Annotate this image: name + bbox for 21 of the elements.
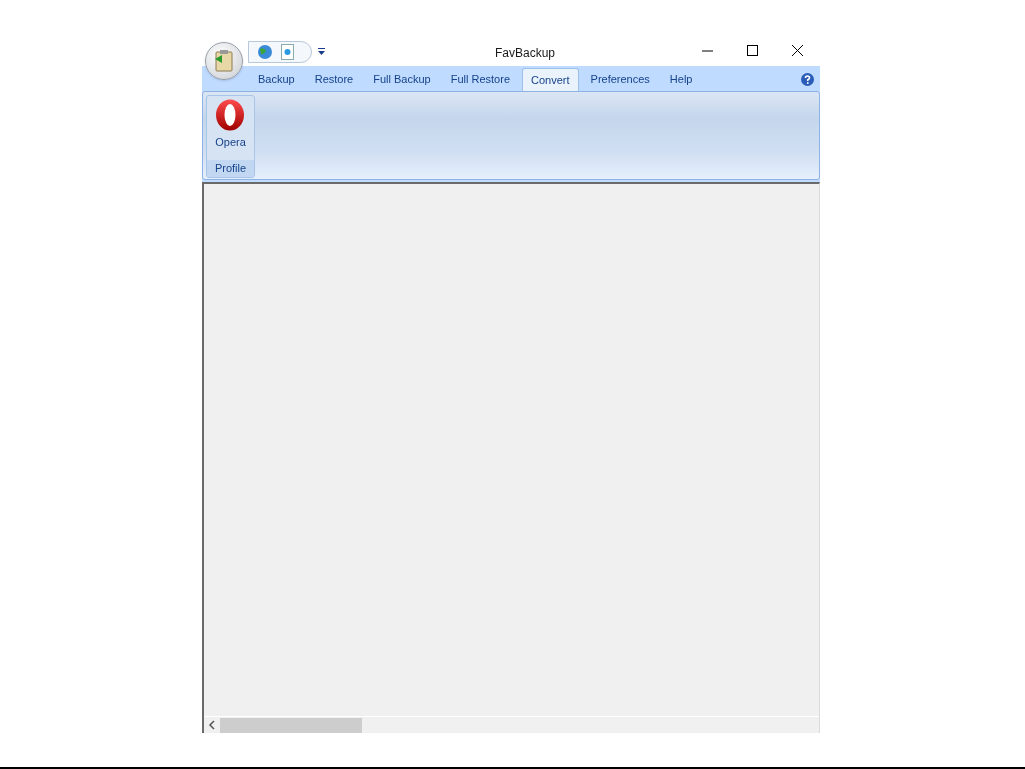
window-title: FavBackup [495,44,555,62]
app-menu-button[interactable] [205,42,243,80]
ribbon-tab[interactable]: Preferences [582,68,658,91]
dropdown-icon[interactable] [318,48,325,55]
globe-icon[interactable] [257,43,273,60]
ribbon-tab[interactable]: Help [661,68,701,91]
ribbon-tab[interactable]: Full Backup [365,68,439,91]
ribbon-tab[interactable]: Full Restore [442,68,518,91]
ribbon-tab[interactable]: Backup [250,68,303,91]
help-icon[interactable] [801,73,814,86]
document-icon[interactable] [281,43,294,60]
opera-button[interactable]: Opera [215,96,246,151]
maximize-icon[interactable] [747,45,758,56]
scroll-thumb[interactable] [220,717,362,733]
close-icon[interactable] [792,45,803,56]
group-label: Profile [207,160,254,177]
clipboard-icon [213,49,235,73]
ribbon-tab[interactable]: Restore [306,68,362,91]
horizontal-scrollbar[interactable] [204,716,819,733]
opera-icon [215,99,246,131]
ribbon-tab[interactable]: Convert [522,68,579,91]
